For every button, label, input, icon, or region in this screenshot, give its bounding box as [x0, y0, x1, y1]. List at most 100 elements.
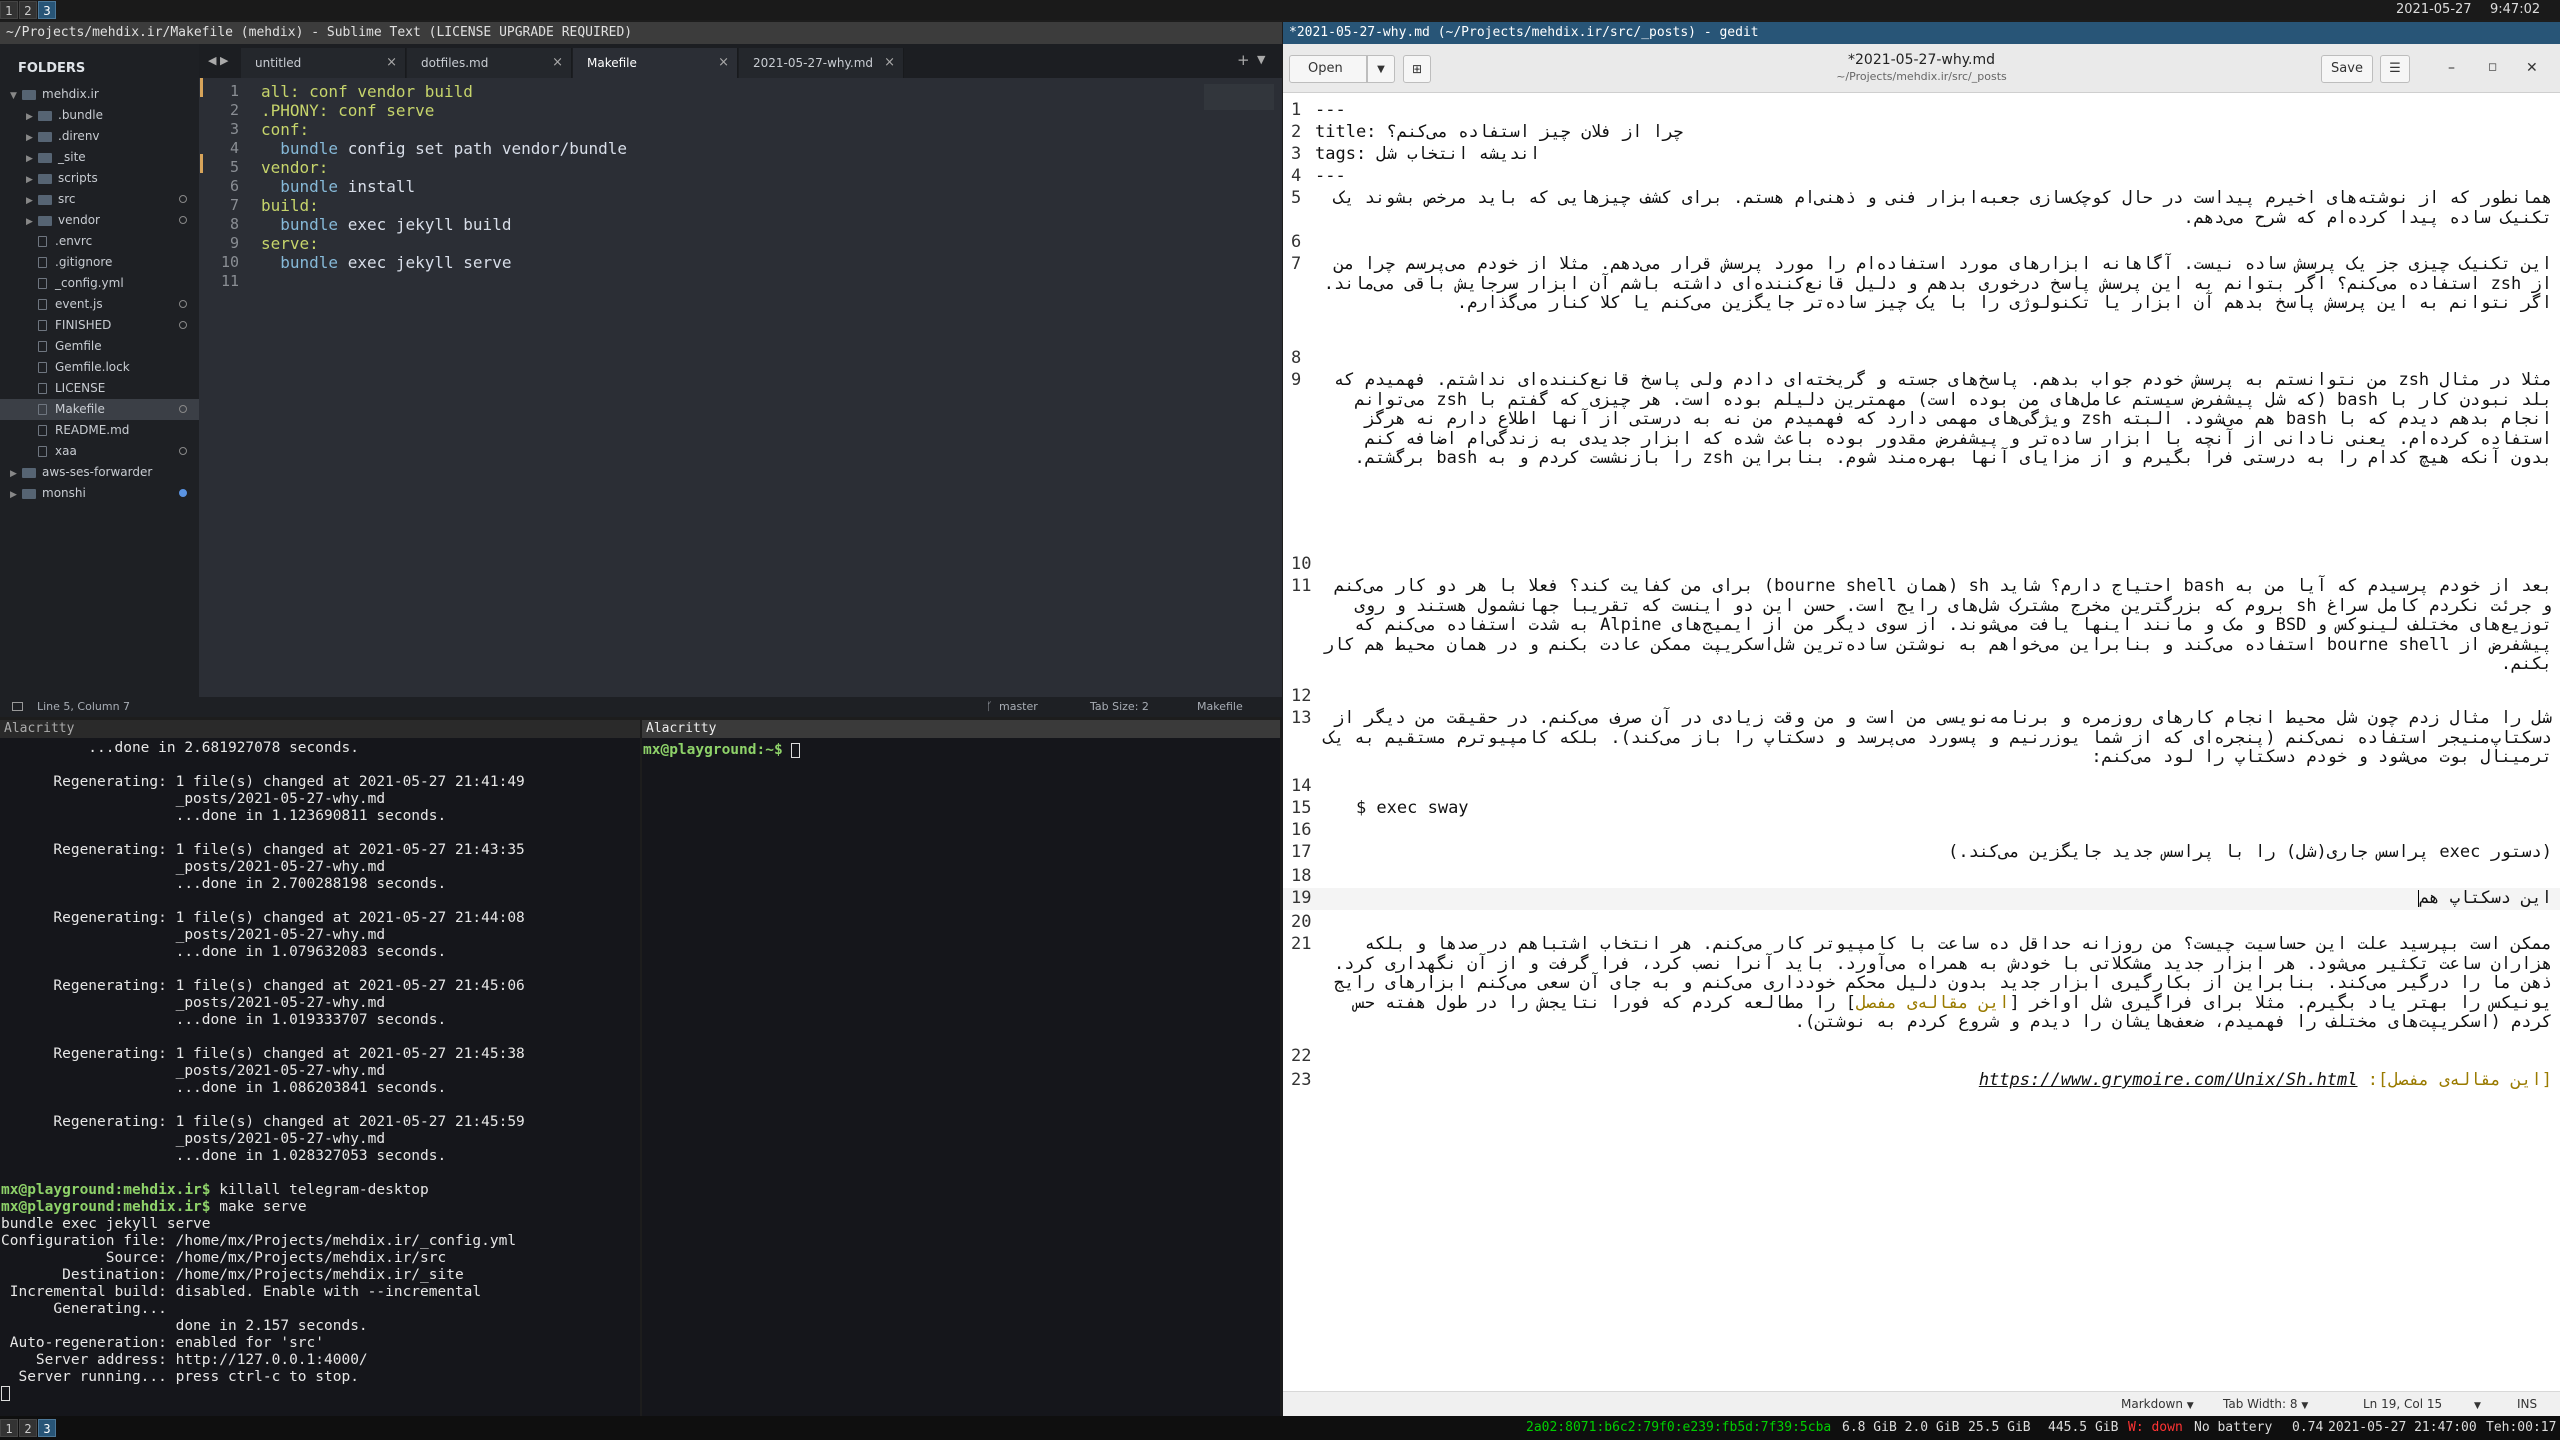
chevron-right-icon[interactable]: ▶	[26, 212, 38, 233]
sidebar-item-label: Gemfile	[55, 339, 102, 353]
line-number: 22	[1291, 1046, 1312, 1066]
hamburger-menu-button[interactable]: ☰	[2380, 55, 2410, 83]
close-icon[interactable]: ✕	[2526, 60, 2538, 76]
line-number: 2	[1291, 122, 1302, 142]
sidebar-item[interactable]: _config.yml	[0, 273, 199, 294]
folder-icon	[38, 194, 52, 205]
chevron-right-icon[interactable]: ▶	[10, 464, 22, 485]
save-button[interactable]: Save	[2321, 55, 2373, 83]
terminal-command-line: mx@playground:mehdix.ir$ killall telegra…	[1, 1182, 429, 1198]
line-number: 6	[1291, 232, 1302, 252]
terminal-title: Alacritty	[0, 720, 640, 738]
sidebar-item[interactable]: ▶ .direnv	[0, 126, 199, 147]
chevron-right-icon[interactable]: ▶	[26, 170, 38, 191]
close-icon[interactable]: ×	[552, 48, 563, 78]
sidebar-item[interactable]: ▶ .bundle	[0, 105, 199, 126]
sidebar-item[interactable]: event.js	[0, 294, 199, 315]
code-line: bundle exec jekyll build	[261, 215, 512, 234]
terminal-line: Regenerating: 1 file(s) changed at 2021-…	[1, 774, 525, 790]
sublime-window: FOLDERS ▼ mehdix.ir ▶ .bundle ▶ .direnv ▶ _site…	[0, 44, 1282, 717]
workspace-1[interactable]: 1	[0, 1419, 18, 1437]
cursor-position: Line 5, Column 7	[37, 700, 131, 713]
close-icon[interactable]: ×	[884, 48, 895, 78]
sidebar-item[interactable]: ▶ _site	[0, 147, 199, 168]
header-bar: Open ▼ ⊞ *2021-05-27-why.md ~/Projects/m…	[1283, 44, 2560, 93]
close-icon[interactable]: ×	[386, 48, 397, 78]
code-editor[interactable]: 1 all: conf vendor build 2 .PHONY: conf ser…	[199, 78, 1282, 697]
tab-label: Makefile	[587, 56, 637, 70]
sidebar-item[interactable]: README.md	[0, 420, 199, 441]
line-number: 5	[229, 158, 239, 176]
workspace-3[interactable]: 3	[38, 1419, 56, 1437]
tab-why-md[interactable]: 2021-05-27-why.md ×	[739, 48, 904, 78]
chevron-right-icon[interactable]: ▶	[26, 107, 38, 128]
sidebar-item[interactable]: xaa	[0, 441, 199, 462]
tab-width-selector[interactable]: Tab Width: 8 ▼	[2223, 1392, 2308, 1419]
date-time: 2021-05-27 21:47:00	[2328, 1420, 2477, 1435]
terminal-line: _posts/2021-05-27-why.md	[1, 791, 386, 807]
terminal-right[interactable]: Alacritty mx@playground:~$	[642, 720, 1280, 1416]
sidebar-item-label: scripts	[58, 171, 98, 185]
chevron-right-icon[interactable]: ▶	[10, 485, 22, 506]
panel-toggle-icon[interactable]	[12, 702, 23, 711]
sidebar-item[interactable]: ▶ monshi	[0, 483, 199, 504]
text-view[interactable]: 1 2 3 4 5 6 7 8 9 10 11 12 13 14 15 16 17 18 19 20 21 22 23 --…	[1283, 93, 2560, 1391]
language-label: Markdown	[2121, 1397, 2183, 1411]
chevron-down-icon[interactable]: ▼	[10, 86, 22, 107]
tab-untitled[interactable]: untitled ×	[241, 48, 406, 78]
sidebar-item-label: _site	[58, 150, 86, 164]
tab-menu-icon[interactable]: ▼	[1257, 53, 1265, 66]
line-number: 21	[1291, 934, 1312, 954]
status-dot	[179, 195, 187, 203]
terminal-line: Auto-regeneration: enabled for 'src'	[1, 1335, 325, 1351]
minimize-icon[interactable]: –	[2448, 60, 2455, 76]
workspace-3[interactable]: 3	[38, 1, 56, 19]
cursor	[791, 742, 801, 758]
sidebar-item[interactable]: ▶ aws-ses-forwarder	[0, 462, 199, 483]
terminal-left[interactable]: Alacritty ...done in 2.681927078 seconds…	[0, 720, 640, 1416]
terminal-line: _posts/2021-05-27-why.md	[1, 927, 386, 943]
sidebar-item[interactable]: Makefile	[0, 399, 199, 420]
language-selector[interactable]: Markdown ▼	[2121, 1392, 2194, 1419]
workspace-2[interactable]: 2	[19, 1, 37, 19]
reference-url[interactable]: https://www.grymoire.com/Unix/Sh.html	[1979, 1070, 2358, 1090]
sidebar-item[interactable]: ▶ src	[0, 189, 199, 210]
tab-dotfiles[interactable]: dotfiles.md ×	[407, 48, 572, 78]
sidebar-item[interactable]: .gitignore	[0, 252, 199, 273]
syntax[interactable]: Makefile	[1197, 697, 1243, 717]
sidebar-item[interactable]: .envrc	[0, 231, 199, 252]
sidebar-item[interactable]: ▶ vendor	[0, 210, 199, 231]
line-number: 4	[229, 139, 239, 157]
workspace-1[interactable]: 1	[0, 1, 18, 19]
sidebar-item[interactable]: LICENSE	[0, 378, 199, 399]
line-number: 8	[1291, 348, 1302, 368]
workspace-2[interactable]: 2	[19, 1419, 37, 1437]
new-tab-icon[interactable]: +	[1237, 51, 1250, 69]
disk-usage-2: 445.5 GiB	[2048, 1420, 2119, 1435]
tab-makefile[interactable]: Makefile ×	[573, 48, 738, 78]
chevron-down-icon: ▼	[2473, 1401, 2481, 1411]
sidebar-item[interactable]: FINISHED	[0, 315, 199, 336]
sidebar-item[interactable]: ▼ mehdix.ir	[0, 84, 199, 105]
terminal-line: Server address: http://127.0.0.1:4000/	[1, 1352, 368, 1368]
nav-arrows-icon[interactable]: ◀ ▶	[208, 54, 228, 67]
chevron-right-icon[interactable]: ▶	[26, 191, 38, 212]
chevron-right-icon[interactable]: ▶	[26, 149, 38, 170]
sidebar-item[interactable]: Gemfile.lock	[0, 357, 199, 378]
tab-size[interactable]: Tab Size: 2	[1090, 697, 1149, 717]
cursor-position-selector[interactable]: Ln 19, Col 15 ▼	[2363, 1392, 2481, 1419]
tab-label: untitled	[255, 56, 302, 70]
minimap[interactable]	[1204, 84, 1274, 110]
sidebar-item-label: Gemfile.lock	[55, 360, 130, 374]
sidebar-item[interactable]: Gemfile	[0, 336, 199, 357]
git-branch[interactable]: master	[999, 697, 1038, 717]
chevron-right-icon[interactable]: ▶	[26, 128, 38, 149]
maximize-icon[interactable]: ◻	[2488, 60, 2497, 73]
sidebar-item[interactable]: ▶ scripts	[0, 168, 199, 189]
close-icon[interactable]: ×	[718, 48, 729, 78]
code-line: build:	[261, 196, 319, 215]
file-icon	[38, 362, 47, 373]
code-line: conf:	[261, 120, 310, 139]
link-text[interactable]: این مقاله‌ی مفصل	[1856, 993, 2010, 1013]
tehran-time: Teh:00:17	[2486, 1420, 2557, 1435]
